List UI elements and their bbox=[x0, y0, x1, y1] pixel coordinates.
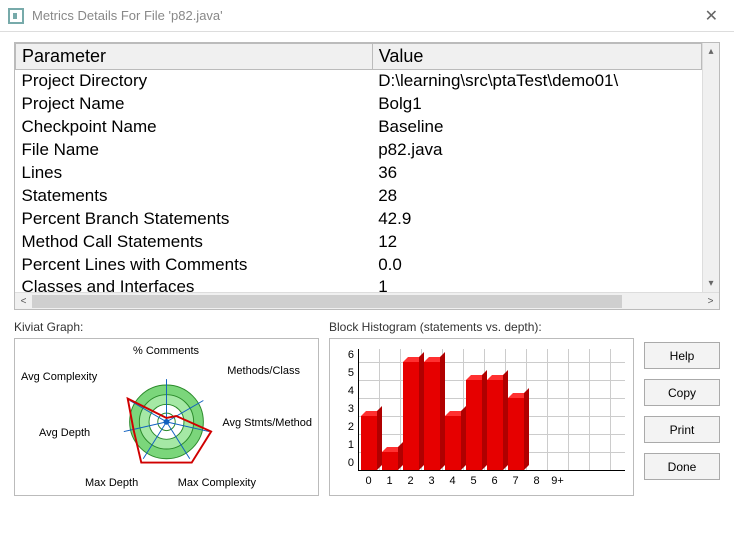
cell-value: 36 bbox=[372, 162, 701, 185]
kiviat-label-r: Avg Stmts/Method bbox=[222, 417, 312, 429]
scroll-thumb[interactable] bbox=[32, 295, 622, 308]
cell-parameter: Project Directory bbox=[16, 70, 373, 93]
kiviat-label-bl: Max Depth bbox=[85, 477, 138, 489]
vertical-scrollbar[interactable]: ▴ ▾ bbox=[702, 43, 719, 292]
table-row: Statements28 bbox=[16, 185, 702, 208]
histogram-xtick: 0 bbox=[358, 475, 379, 489]
cell-value: 0.0 bbox=[372, 254, 701, 277]
scroll-down-icon[interactable]: ▾ bbox=[703, 275, 719, 292]
cell-parameter: Statements bbox=[16, 185, 373, 208]
cell-parameter: Method Call Statements bbox=[16, 231, 373, 254]
histogram-xtick: 3 bbox=[421, 475, 442, 489]
histogram-ytick: 3 bbox=[348, 403, 354, 415]
table-row: Project DirectoryD:\learning\src\ptaTest… bbox=[16, 70, 702, 93]
histogram-xtick: 8 bbox=[526, 475, 547, 489]
table-row: Checkpoint NameBaseline bbox=[16, 116, 702, 139]
histogram-ytick: 4 bbox=[348, 385, 354, 397]
titlebar: Metrics Details For File 'p82.java' ✕ bbox=[0, 0, 734, 32]
histogram-ytick: 1 bbox=[348, 439, 354, 451]
table-row: File Namep82.java bbox=[16, 139, 702, 162]
horizontal-scrollbar[interactable]: < > bbox=[15, 292, 719, 309]
app-icon bbox=[8, 8, 24, 24]
histogram-xtick: 9+ bbox=[547, 475, 568, 489]
table-row: Method Call Statements12 bbox=[16, 231, 702, 254]
col-value[interactable]: Value bbox=[372, 44, 701, 70]
histogram-bar bbox=[466, 380, 482, 470]
print-button[interactable]: Print bbox=[644, 416, 720, 443]
kiviat-label-top: % Comments bbox=[133, 345, 199, 357]
cell-value: 1 bbox=[372, 276, 701, 292]
cell-value: 28 bbox=[372, 185, 701, 208]
table-row: Lines36 bbox=[16, 162, 702, 185]
window-title: Metrics Details For File 'p82.java' bbox=[32, 8, 223, 23]
histogram-ytick: 0 bbox=[348, 457, 354, 469]
histogram-bar bbox=[403, 362, 419, 470]
cell-value: 12 bbox=[372, 231, 701, 254]
histogram-bar bbox=[508, 398, 524, 470]
kiviat-label-tl: Avg Complexity bbox=[21, 371, 97, 383]
table-row: Project NameBolg1 bbox=[16, 93, 702, 116]
scroll-up-icon[interactable]: ▴ bbox=[703, 43, 719, 60]
cell-parameter: Lines bbox=[16, 162, 373, 185]
histogram-bar bbox=[361, 416, 377, 470]
cell-value: D:\learning\src\ptaTest\demo01\ bbox=[372, 70, 701, 93]
histogram-xtick: 7 bbox=[505, 475, 526, 489]
metrics-table: Parameter Value Project DirectoryD:\lear… bbox=[14, 42, 720, 310]
col-parameter[interactable]: Parameter bbox=[16, 44, 373, 70]
close-icon[interactable]: ✕ bbox=[697, 2, 726, 30]
table-row: Classes and Interfaces1 bbox=[16, 276, 702, 292]
histogram-xtick: 4 bbox=[442, 475, 463, 489]
histogram-xtick: 6 bbox=[484, 475, 505, 489]
scroll-left-icon[interactable]: < bbox=[15, 296, 32, 307]
table-row: Percent Lines with Comments0.0 bbox=[16, 254, 702, 277]
cell-parameter: Checkpoint Name bbox=[16, 116, 373, 139]
cell-parameter: Percent Branch Statements bbox=[16, 208, 373, 231]
histogram-xtick: 5 bbox=[463, 475, 484, 489]
table-row: Percent Branch Statements42.9 bbox=[16, 208, 702, 231]
kiviat-title: Kiviat Graph: bbox=[14, 320, 319, 334]
cell-value: 42.9 bbox=[372, 208, 701, 231]
help-button[interactable]: Help bbox=[644, 342, 720, 369]
histogram-title: Block Histogram (statements vs. depth): bbox=[329, 320, 634, 334]
histogram-ytick: 5 bbox=[348, 367, 354, 379]
done-button[interactable]: Done bbox=[644, 453, 720, 480]
cell-parameter: Classes and Interfaces bbox=[16, 276, 373, 292]
histogram-bar bbox=[382, 452, 398, 470]
cell-parameter: Percent Lines with Comments bbox=[16, 254, 373, 277]
cell-parameter: Project Name bbox=[16, 93, 373, 116]
cell-value: p82.java bbox=[372, 139, 701, 162]
kiviat-label-tr: Methods/Class bbox=[227, 365, 300, 377]
histogram-ytick: 6 bbox=[348, 349, 354, 361]
histogram-ytick: 2 bbox=[348, 421, 354, 433]
scroll-right-icon[interactable]: > bbox=[702, 296, 719, 307]
histogram-bar bbox=[487, 380, 503, 470]
copy-button[interactable]: Copy bbox=[644, 379, 720, 406]
kiviat-label-l: Avg Depth bbox=[39, 427, 90, 439]
block-histogram: 0123456 0123456789+ bbox=[329, 338, 634, 496]
cell-value: Bolg1 bbox=[372, 93, 701, 116]
kiviat-graph: % Comments Methods/Class Avg Stmts/Metho… bbox=[14, 338, 319, 496]
kiviat-label-br: Max Complexity bbox=[178, 477, 256, 489]
histogram-bar bbox=[445, 416, 461, 470]
cell-value: Baseline bbox=[372, 116, 701, 139]
cell-parameter: File Name bbox=[16, 139, 373, 162]
histogram-xtick: 1 bbox=[379, 475, 400, 489]
histogram-xtick: 2 bbox=[400, 475, 421, 489]
histogram-bar bbox=[424, 362, 440, 470]
